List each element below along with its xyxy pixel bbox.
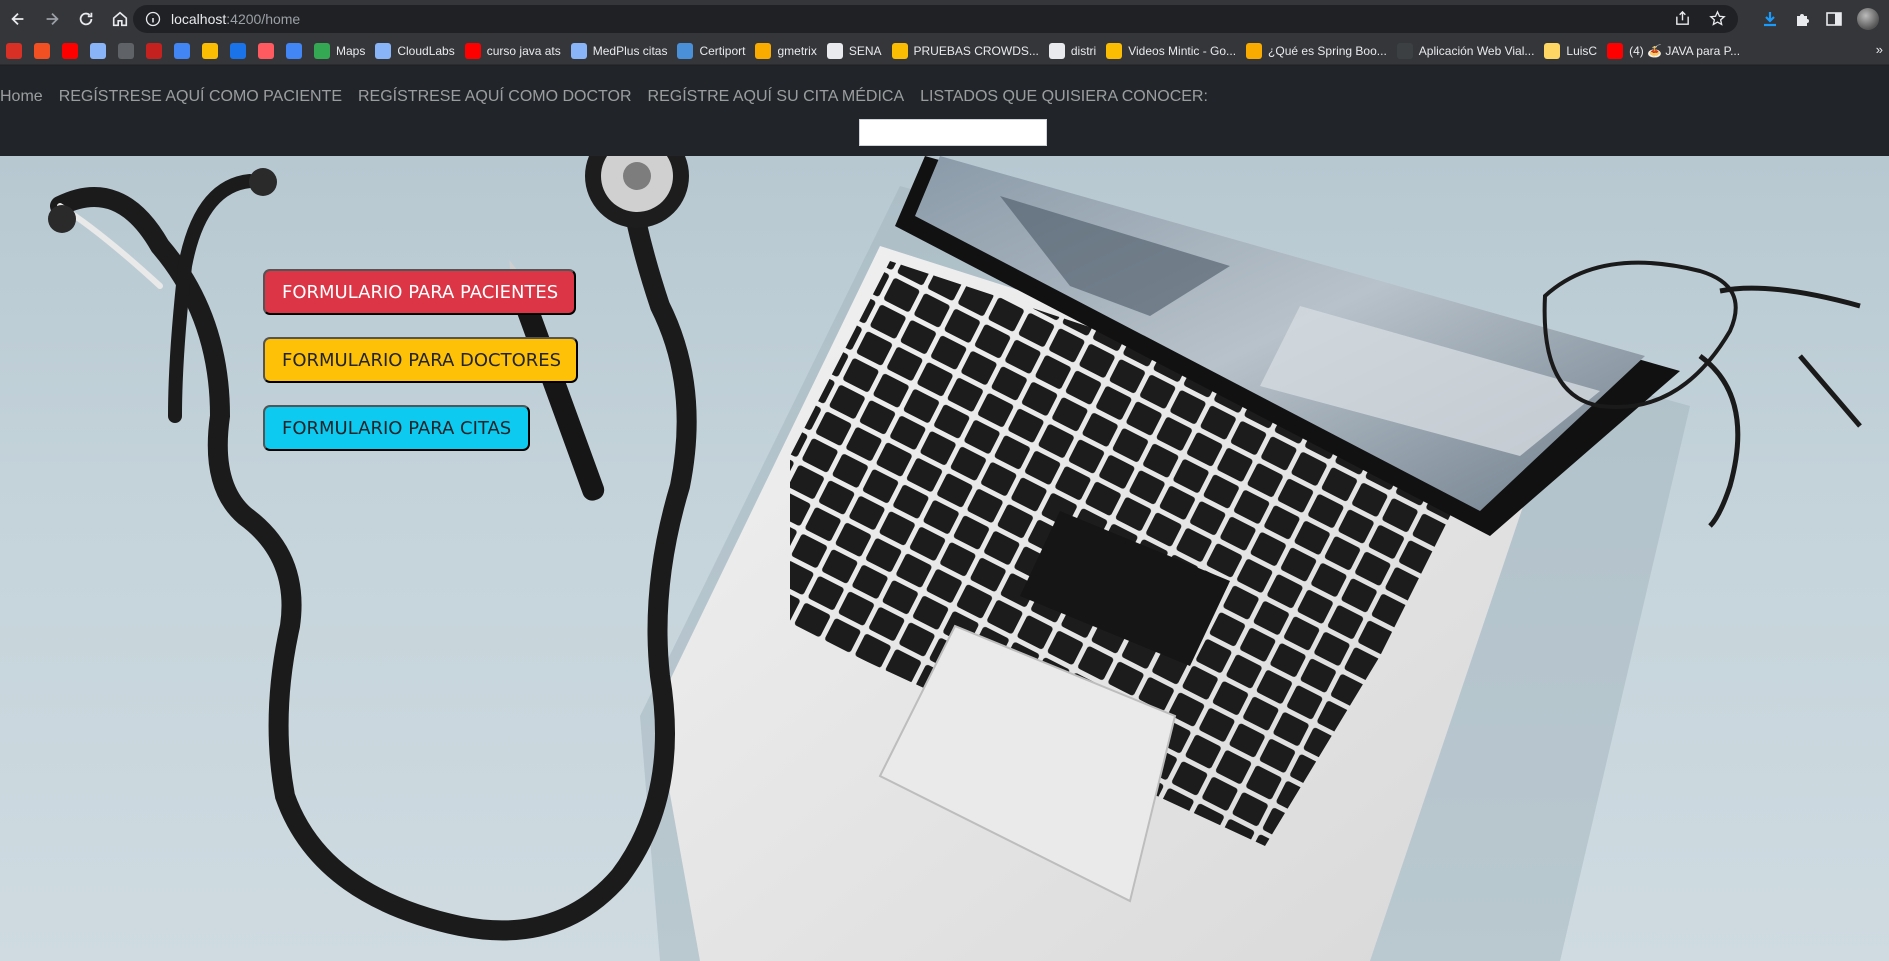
bookmark-item[interactable] xyxy=(230,40,246,62)
bookmark-item[interactable]: MedPlus citas xyxy=(570,40,668,62)
bookmark-item[interactable]: gmetrix xyxy=(755,40,817,62)
bookmark-item[interactable] xyxy=(90,40,106,62)
gmail-icon xyxy=(6,43,22,59)
bookmark-label: gmetrix xyxy=(777,44,817,58)
bookmark-item[interactable] xyxy=(174,40,190,62)
drive-icon xyxy=(202,43,218,59)
gmetrix-icon xyxy=(755,43,772,59)
hero-section: FORMULARIO PARA PACIENTES FORMULARIO PAR… xyxy=(0,156,1889,961)
bookmark-item[interactable]: Certiport xyxy=(677,40,745,62)
bookmark-item[interactable]: curso java ats xyxy=(464,40,561,62)
bookmark-item[interactable] xyxy=(118,40,134,62)
edge-icon xyxy=(230,43,246,59)
certiport-icon xyxy=(677,43,694,59)
youtube-icon xyxy=(1607,43,1624,59)
bookmark-item[interactable] xyxy=(146,40,162,62)
et-icon xyxy=(174,43,190,59)
bookmark-item[interactable]: distri xyxy=(1048,40,1097,62)
bookmark-item[interactable] xyxy=(34,40,50,62)
drive-icon xyxy=(1106,43,1123,59)
back-button[interactable] xyxy=(2,3,34,35)
nav-link-register-appointment[interactable]: REGÍSTRE AQUÍ SU CITA MÉDICA xyxy=(648,88,905,106)
bookmark-item[interactable]: CloudLabs xyxy=(375,40,455,62)
bookmark-label: Videos Mintic - Go... xyxy=(1128,44,1237,58)
triangle-icon xyxy=(286,43,302,59)
medplus-icon xyxy=(570,43,587,59)
home-icon xyxy=(112,11,128,27)
bookmark-label: PRUEBAS CROWDS... xyxy=(913,44,1039,58)
back-arrow-icon xyxy=(11,12,24,26)
bookmark-item[interactable]: Maps xyxy=(314,40,365,62)
info-icon[interactable] xyxy=(145,11,161,27)
bookmark-item[interactable]: LuisC xyxy=(1544,40,1597,62)
bookmark-item[interactable] xyxy=(6,40,22,62)
web-icon xyxy=(1396,43,1413,59)
bookmark-label: MedPlus citas xyxy=(592,44,668,58)
bookmark-item[interactable]: Aplicación Web Vial... xyxy=(1396,40,1535,62)
bookmark-item[interactable]: SENA xyxy=(826,40,882,62)
url-path: :4200/home xyxy=(226,11,301,27)
bookmark-item[interactable]: Videos Mintic - Go... xyxy=(1106,40,1236,62)
doc-icon xyxy=(1048,43,1065,59)
profile-avatar[interactable] xyxy=(1857,8,1879,30)
sena-icon xyxy=(826,43,843,59)
forward-button[interactable] xyxy=(36,3,68,35)
appointments-form-button[interactable]: FORMULARIO PARA CITAS xyxy=(263,405,530,451)
bookmark-item[interactable] xyxy=(286,40,302,62)
el-tiempo-icon xyxy=(146,43,162,59)
bookmark-label: CloudLabs xyxy=(397,44,455,58)
bookmark-label: LuisC xyxy=(1566,44,1598,58)
maps-icon xyxy=(314,43,330,59)
bookmark-item[interactable] xyxy=(258,40,274,62)
nav-link-register-doctor[interactable]: REGÍSTRESE AQUÍ COMO DOCTOR xyxy=(358,88,632,106)
microsoft-icon xyxy=(34,43,50,59)
bookmark-label: Certiport xyxy=(699,44,746,58)
forward-arrow-icon xyxy=(46,12,59,26)
patients-form-button[interactable]: FORMULARIO PARA PACIENTES xyxy=(263,269,576,315)
browser-toolbar: localhost:4200/home xyxy=(0,0,1889,38)
url-host: localhost xyxy=(171,11,227,27)
crowd-icon xyxy=(891,43,908,59)
more-bookmarks-button[interactable]: » xyxy=(1876,42,1883,57)
side-panel-icon[interactable] xyxy=(1825,10,1843,28)
nav-links: Home REGÍSTRESE AQUÍ COMO PACIENTE REGÍS… xyxy=(0,88,1224,106)
share-icon[interactable] xyxy=(1674,10,1691,27)
app-icon xyxy=(90,43,106,59)
download-icon[interactable] xyxy=(1761,10,1779,28)
address-bar[interactable]: localhost:4200/home xyxy=(133,5,1738,33)
bookmark-label: Aplicación Web Vial... xyxy=(1418,44,1535,58)
bookmarks-bar: Maps CloudLabs curso java ats MedPlus citas… xyxy=(0,38,1889,65)
folder-icon xyxy=(1544,43,1561,59)
bookmark-label: Maps xyxy=(336,44,366,58)
bookmark-item[interactable]: ¿Qué es Spring Boo... xyxy=(1246,40,1387,62)
reload-icon xyxy=(79,12,93,26)
bookmark-label: SENA xyxy=(848,44,882,58)
bookmark-label: ¿Qué es Spring Boo... xyxy=(1268,44,1387,58)
web-page: Home REGÍSTRESE AQUÍ COMO PACIENTE REGÍS… xyxy=(0,66,1889,961)
diamond-icon xyxy=(1246,43,1263,59)
nav-link-register-patient[interactable]: REGÍSTRESE AQUÍ COMO PACIENTE xyxy=(59,88,342,106)
bookmark-star-icon[interactable] xyxy=(1709,10,1726,27)
number-2-icon xyxy=(118,43,134,59)
bookmark-label: distri xyxy=(1070,44,1097,58)
bookmark-label: (4) 🍝 JAVA para P... xyxy=(1629,44,1741,58)
youtube-icon xyxy=(62,43,78,59)
youtube-icon xyxy=(464,43,481,59)
doctors-form-button[interactable]: FORMULARIO PARA DOCTORES xyxy=(263,337,578,383)
top-navbar: Home REGÍSTRESE AQUÍ COMO PACIENTE REGÍS… xyxy=(0,66,1889,156)
reload-button[interactable] xyxy=(70,3,102,35)
listings-select[interactable] xyxy=(859,119,1047,146)
extensions-icon[interactable] xyxy=(1793,10,1811,28)
bookmark-item[interactable]: PRUEBAS CROWDS... xyxy=(891,40,1039,62)
bookmark-item[interactable] xyxy=(62,40,78,62)
cloud-icon xyxy=(375,43,392,59)
nav-link-home[interactable]: Home xyxy=(0,88,43,106)
bookmark-item[interactable] xyxy=(202,40,218,62)
airbnb-icon xyxy=(258,43,274,59)
home-button[interactable] xyxy=(104,3,136,35)
bookmark-item[interactable]: (4) 🍝 JAVA para P... xyxy=(1607,40,1740,62)
bookmark-label: curso java ats xyxy=(486,44,561,58)
nav-link-listings[interactable]: LISTADOS QUE QUISIERA CONOCER: xyxy=(920,88,1208,106)
